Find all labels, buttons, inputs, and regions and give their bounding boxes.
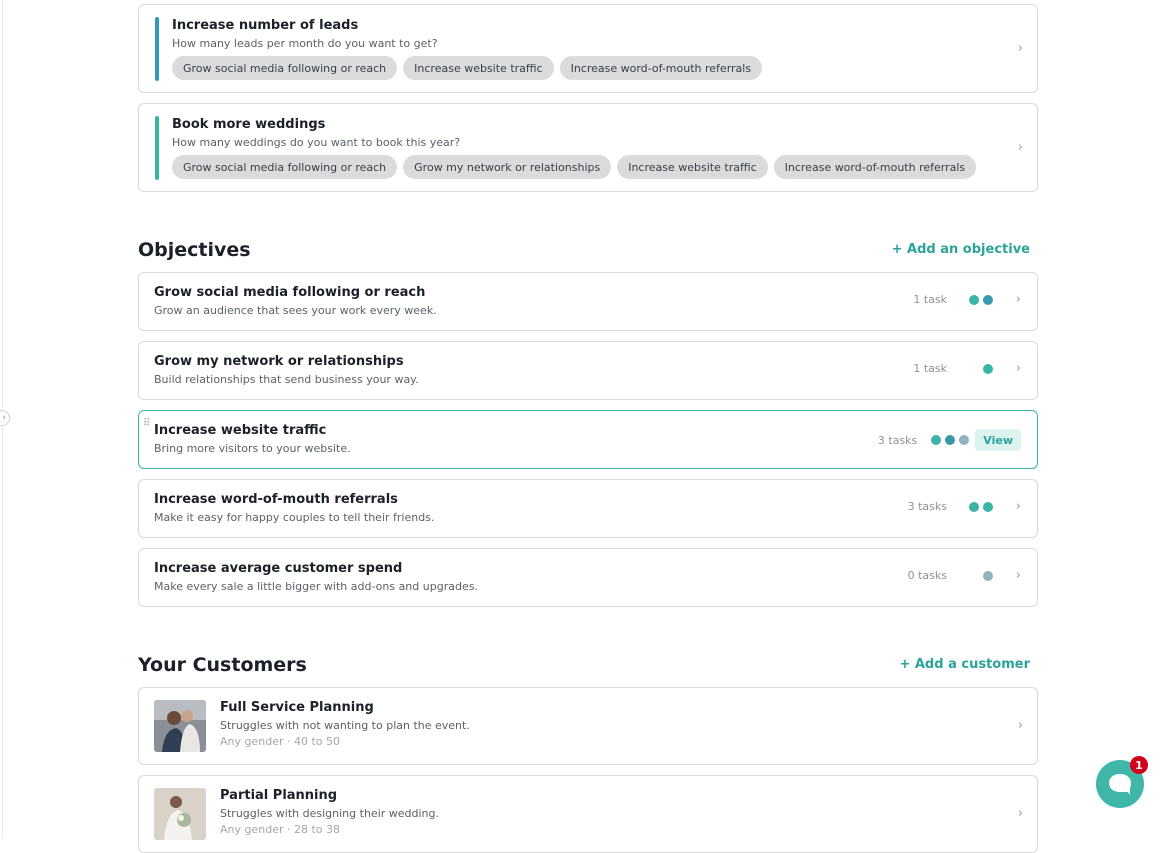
- task-dot: [945, 435, 956, 445]
- customer-card[interactable]: Partial Planning Struggles with designin…: [138, 775, 1038, 853]
- task-status-dots: [961, 363, 993, 374]
- chevron-right-icon: ›: [1017, 140, 1023, 155]
- objective-chip[interactable]: Increase word-of-mouth referrals: [773, 155, 977, 179]
- objective-meta: 3 tasks View: [878, 429, 1021, 451]
- notification-badge: 1: [1130, 756, 1148, 774]
- chevron-right-icon: ›: [1015, 499, 1021, 514]
- objective-title: Increase website traffic: [154, 423, 327, 438]
- task-status-dots: [961, 570, 993, 581]
- chevron-right-icon: ›: [1017, 806, 1023, 821]
- objective-chip[interactable]: Grow social media following or reach: [172, 56, 398, 80]
- goal-objective-chips: Grow social media following or reach Inc…: [172, 56, 763, 80]
- customer-photo: [154, 700, 206, 752]
- objective-card[interactable]: Increase word-of-mouth referrals Make it…: [138, 479, 1038, 538]
- task-status-dots: [961, 294, 993, 305]
- chevron-right-icon: ›: [1015, 292, 1021, 307]
- task-dot: [931, 435, 942, 445]
- chat-icon: [1109, 774, 1131, 795]
- goal-card-weddings[interactable]: Book more weddings How many weddings do …: [138, 103, 1038, 192]
- view-objective-button[interactable]: View: [975, 429, 1021, 451]
- customer-card[interactable]: Full Service Planning Struggles with not…: [138, 687, 1038, 765]
- add-objective-button[interactable]: + Add an objective: [892, 242, 1030, 257]
- objective-meta: 3 tasks ›: [908, 499, 1021, 514]
- goal-card-leads[interactable]: Increase number of leads How many leads …: [138, 4, 1038, 93]
- objective-meta: 1 task ›: [913, 292, 1021, 307]
- objective-title: Increase word-of-mouth referrals: [154, 492, 398, 507]
- task-dot: [983, 501, 993, 512]
- chevron-right-icon: ›: [1015, 361, 1021, 376]
- objective-card[interactable]: Increase average customer spend Make eve…: [138, 548, 1038, 607]
- objective-title: Grow social media following or reach: [154, 285, 426, 300]
- objective-subtitle: Make it easy for happy couples to tell t…: [154, 511, 435, 524]
- add-customer-button[interactable]: + Add a customer: [899, 657, 1030, 672]
- sidebar-collapse-button[interactable]: ‹: [0, 410, 10, 426]
- objective-card-active[interactable]: ⠿ Increase website traffic Bring more vi…: [138, 410, 1038, 469]
- objective-card[interactable]: Grow my network or relationships Build r…: [138, 341, 1038, 400]
- objective-title: Increase average customer spend: [154, 561, 403, 576]
- objective-chip[interactable]: Grow my network or relationships: [403, 155, 612, 179]
- task-count: 3 tasks: [877, 433, 918, 447]
- goal-subtitle: How many weddings do you want to book th…: [172, 136, 461, 149]
- chevron-left-icon: ‹: [2, 413, 6, 423]
- task-count: 0 tasks: [907, 569, 947, 582]
- chevron-right-icon: ›: [1015, 568, 1021, 583]
- task-count: 1 task: [913, 362, 947, 375]
- goal-title: Increase number of leads: [172, 18, 359, 33]
- task-dot: [959, 435, 970, 445]
- goal-title: Book more weddings: [172, 117, 326, 132]
- objective-subtitle: Build relationships that send business y…: [154, 373, 419, 386]
- goal-accent-bar: [155, 17, 159, 81]
- objective-chip[interactable]: Increase word-of-mouth referrals: [559, 56, 763, 80]
- customer-demographics: Any gender · 28 to 38: [220, 823, 341, 836]
- customer-title: Partial Planning: [220, 788, 338, 803]
- customer-title: Full Service Planning: [220, 700, 374, 715]
- objective-chip[interactable]: Increase website traffic: [617, 155, 768, 179]
- customer-demographics: Any gender · 40 to 50: [220, 735, 341, 748]
- customers-heading: Your Customers: [138, 654, 307, 676]
- goal-subtitle: How many leads per month do you want to …: [172, 37, 438, 50]
- objective-meta: 1 task ›: [913, 361, 1021, 376]
- customer-subtitle: Struggles with not wanting to plan the e…: [220, 719, 470, 732]
- task-dot: [969, 294, 979, 305]
- objective-title: Grow my network or relationships: [154, 354, 404, 369]
- objective-meta: 0 tasks ›: [908, 568, 1021, 583]
- task-dot: [983, 363, 993, 374]
- task-dot: [983, 294, 993, 305]
- objective-subtitle: Bring more visitors to your website.: [154, 442, 351, 455]
- objective-chip[interactable]: Grow social media following or reach: [172, 155, 398, 179]
- customer-subtitle: Struggles with designing their wedding.: [220, 807, 440, 820]
- task-count: 1 task: [913, 293, 947, 306]
- task-status-dots: [931, 435, 970, 445]
- goal-objective-chips: Grow social media following or reach Gro…: [172, 155, 977, 179]
- chevron-right-icon: ›: [1017, 718, 1023, 733]
- objective-card[interactable]: Grow social media following or reach Gro…: [138, 272, 1038, 331]
- objective-chip[interactable]: Increase website traffic: [403, 56, 554, 80]
- goal-accent-bar: [155, 116, 159, 180]
- drag-handle-icon[interactable]: ⠿: [143, 418, 150, 429]
- task-dot: [983, 570, 993, 581]
- objectives-heading: Objectives: [138, 239, 251, 261]
- customer-photo: [154, 788, 206, 840]
- objective-subtitle: Make every sale a little bigger with add…: [154, 580, 478, 593]
- task-dot: [969, 501, 979, 512]
- objective-subtitle: Grow an audience that sees your work eve…: [154, 304, 437, 317]
- task-status-dots: [961, 501, 993, 512]
- task-count: 3 tasks: [907, 500, 947, 513]
- chevron-right-icon: ›: [1017, 41, 1023, 56]
